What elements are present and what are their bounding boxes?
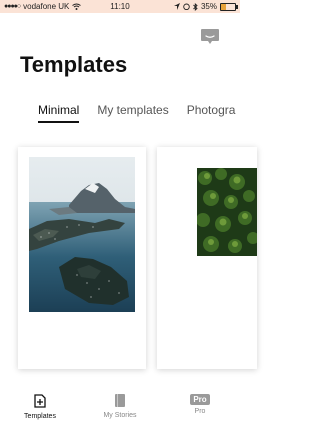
chat-button[interactable]	[200, 28, 220, 46]
battery-fill	[221, 3, 226, 10]
battery-icon	[220, 2, 238, 11]
battery-percent: 35%	[200, 2, 217, 11]
nav-pro-label: Pro	[194, 408, 206, 415]
book-icon	[115, 394, 125, 407]
nav-templates[interactable]: Templates	[10, 394, 70, 420]
alarm-icon	[183, 3, 190, 10]
bottom-nav: Templates My Stories Pro Pro	[0, 391, 240, 427]
location-icon	[173, 3, 180, 10]
template-photo-coast	[29, 157, 135, 312]
page-title: Templates	[20, 52, 128, 77]
chat-icon	[201, 29, 219, 44]
tab-my-templates[interactable]: My templates	[97, 103, 168, 117]
template-card[interactable]	[157, 147, 257, 369]
add-template-icon	[34, 394, 46, 408]
tab-minimal[interactable]: Minimal	[38, 103, 80, 123]
nav-my-stories[interactable]: My Stories	[90, 394, 150, 419]
nav-stories-label: My Stories	[103, 412, 137, 419]
template-photo-forest	[197, 168, 257, 256]
template-card[interactable]	[18, 147, 146, 369]
status-bar: ●●●●○ vodafone UK 11:10 35%	[0, 0, 240, 13]
tab-bar: Minimal My templates Photogra	[38, 103, 236, 123]
bluetooth-icon	[193, 2, 198, 11]
nav-templates-label: Templates	[24, 413, 56, 420]
nav-pro[interactable]: Pro Pro	[170, 394, 230, 415]
status-right: 35%	[173, 2, 238, 11]
pro-badge-icon: Pro	[190, 394, 210, 405]
tab-photography[interactable]: Photogra	[187, 103, 236, 117]
